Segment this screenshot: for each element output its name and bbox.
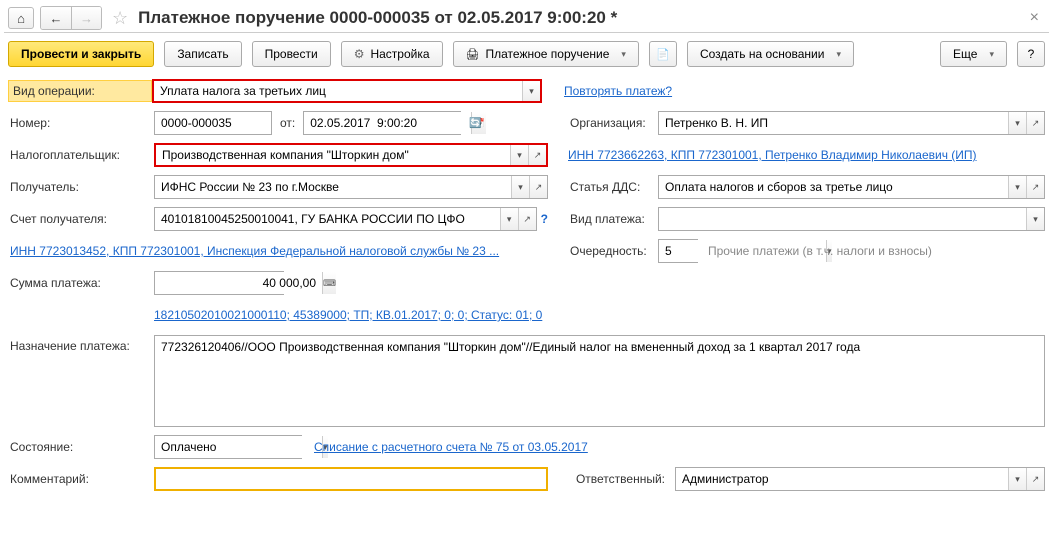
label-dds: Статья ДДС: xyxy=(568,180,658,194)
forward-button[interactable]: → xyxy=(71,7,101,29)
recipient-info-link[interactable]: ИНН 7723013452, КПП 772301001, Инспекция… xyxy=(10,244,499,258)
gear-icon xyxy=(354,47,365,61)
titlebar: ⌂ ← → ☆ Платежное поручение 0000-000035 … xyxy=(4,4,1049,33)
printer-icon xyxy=(466,47,480,61)
org-select[interactable]: ▾ ↗ xyxy=(658,111,1045,135)
label-recipient-acc: Счет получателя: xyxy=(8,212,154,226)
nav-buttons: ← → xyxy=(40,6,102,30)
calculator-icon[interactable]: ⌨ xyxy=(322,272,336,294)
home-button[interactable]: ⌂ xyxy=(8,7,34,29)
label-comment: Комментарий: xyxy=(8,472,154,486)
taxpayer-select[interactable]: ▾ ↗ xyxy=(154,143,548,167)
close-icon[interactable]: × xyxy=(1030,9,1039,27)
payment-type-select[interactable]: ▾ xyxy=(658,207,1045,231)
back-button[interactable]: ← xyxy=(41,7,71,29)
save-button[interactable]: Записать xyxy=(164,41,241,67)
label-number: Номер: xyxy=(8,116,154,130)
recipient-acc-select[interactable]: ▾ ↗ xyxy=(154,207,537,231)
toolbar: Провести и закрыть Записать Провести Нас… xyxy=(4,33,1049,75)
recipient-select[interactable]: ▾ ↗ xyxy=(154,175,548,199)
number-input[interactable] xyxy=(154,111,272,135)
chevron-down-icon[interactable]: ▾ xyxy=(1008,112,1026,134)
attach-button[interactable] xyxy=(649,41,677,67)
chevron-down-icon[interactable]: ▾ xyxy=(522,81,540,101)
label-priority: Очередность: xyxy=(568,244,658,258)
settings-button[interactable]: Настройка xyxy=(341,41,443,67)
amount-input[interactable]: ⌨ xyxy=(154,271,284,295)
print-button[interactable]: Платежное поручение xyxy=(453,41,639,67)
form: Вид операции: ▾ Повторять платеж? Номер:… xyxy=(4,75,1049,503)
chevron-down-icon[interactable]: ▾ xyxy=(510,145,528,165)
open-icon[interactable]: ↗ xyxy=(528,145,546,165)
label-state: Состояние: xyxy=(8,440,154,454)
operation-input[interactable] xyxy=(154,81,522,101)
priority-select[interactable]: ▾ xyxy=(658,239,698,263)
label-operation: Вид операции: xyxy=(8,80,152,102)
priority-hint: Прочие платежи (в т.ч. налоги и взносы) xyxy=(708,244,932,258)
label-purpose: Назначение платежа: xyxy=(8,335,154,353)
open-icon[interactable]: ↗ xyxy=(1026,112,1044,134)
chevron-down-icon[interactable]: ▾ xyxy=(1026,208,1044,230)
label-taxpayer: Налогоплательщик: xyxy=(8,148,154,162)
chevron-down-icon[interactable]: ▾ xyxy=(511,176,529,198)
taxpayer-info-link[interactable]: ИНН 7723662263, КПП 772301001, Петренко … xyxy=(568,148,977,162)
chevron-down-icon[interactable]: ▾ xyxy=(500,208,518,230)
refresh-icon[interactable]: 🔄 xyxy=(465,113,485,133)
label-responsible: Ответственный: xyxy=(576,472,665,486)
label-amount: Сумма платежа: xyxy=(8,276,154,290)
chevron-down-icon[interactable]: ▾ xyxy=(1008,176,1026,198)
open-icon[interactable]: ↗ xyxy=(529,176,547,198)
purpose-textarea[interactable] xyxy=(154,335,1045,427)
page-title: Платежное поручение 0000-000035 от 02.05… xyxy=(138,8,1024,28)
label-recipient: Получатель: xyxy=(8,180,154,194)
chevron-down-icon[interactable]: ▾ xyxy=(1008,468,1026,490)
operation-select[interactable]: ▾ xyxy=(152,79,542,103)
label-from: от: xyxy=(280,116,295,130)
kbk-link[interactable]: 18210502010021000110; 45389000; ТП; КВ.0… xyxy=(154,308,542,322)
document-icon xyxy=(656,47,670,61)
dds-select[interactable]: ▾ ↗ xyxy=(658,175,1045,199)
post-and-close-button[interactable]: Провести и закрыть xyxy=(8,41,154,67)
star-icon[interactable]: ☆ xyxy=(112,8,128,29)
responsible-select[interactable]: ▾ ↗ xyxy=(675,467,1045,491)
create-based-button[interactable]: Создать на основании xyxy=(687,41,854,67)
state-select[interactable]: ▾ xyxy=(154,435,302,459)
open-icon[interactable]: ↗ xyxy=(1026,176,1044,198)
comment-input[interactable] xyxy=(154,467,548,491)
help-button[interactable]: ? xyxy=(1017,41,1045,67)
post-button[interactable]: Провести xyxy=(252,41,331,67)
help-icon[interactable]: ? xyxy=(541,212,548,226)
more-button[interactable]: Еще xyxy=(940,41,1007,67)
writeoff-link[interactable]: Списание с расчетного счета № 75 от 03.0… xyxy=(314,440,588,454)
label-ptype: Вид платежа: xyxy=(568,212,658,226)
repeat-payment-link[interactable]: Повторять платеж? xyxy=(564,84,672,98)
date-input[interactable]: 📅 xyxy=(303,111,461,135)
open-icon[interactable]: ↗ xyxy=(518,208,536,230)
open-icon[interactable]: ↗ xyxy=(1026,468,1044,490)
label-org: Организация: xyxy=(568,116,658,130)
